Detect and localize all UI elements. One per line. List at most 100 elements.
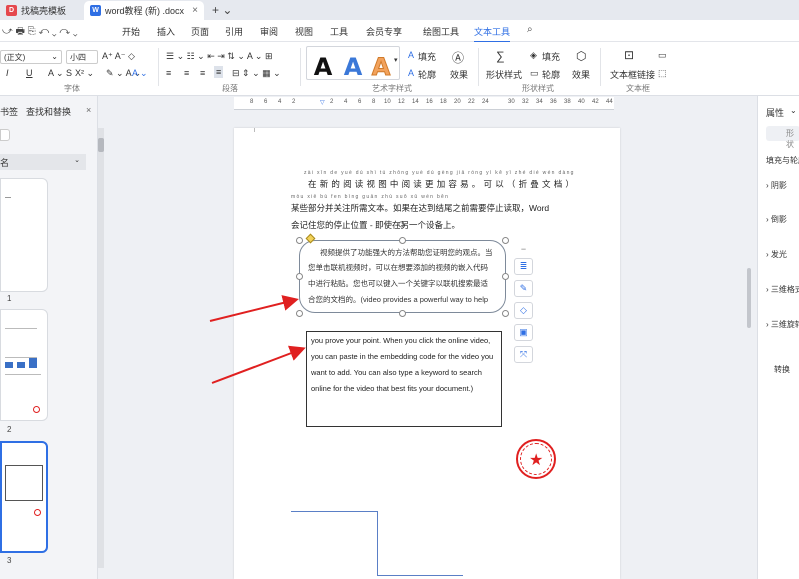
nav-tab-find-replace[interactable]: 查找和替换 <box>26 105 71 118</box>
collapse-icon[interactable]: − <box>514 240 533 257</box>
shape-effect-label[interactable]: 效果 <box>572 68 590 81</box>
doc-line-3[interactable]: 会记住您的停止位置 - 即使在另一个设备上。 <box>291 219 460 231</box>
menu-drawing-tools[interactable]: 绘图工具 <box>423 25 459 38</box>
resize-handle[interactable] <box>502 310 509 317</box>
quick-access-icons[interactable]: ⤻ 🖶 ⎘ ↶ ⌄ ↷ ⌄ <box>2 24 78 41</box>
resize-handle[interactable] <box>399 237 406 244</box>
art-style-orange[interactable]: A <box>367 53 395 82</box>
resize-handle[interactable] <box>502 237 509 244</box>
grow-font-icon[interactable]: A⁺ A⁻ ◇ <box>102 51 135 62</box>
section-glow[interactable]: › 发光 <box>766 249 787 260</box>
shape-fill-label[interactable]: 填充 <box>542 50 560 63</box>
shape-style-label[interactable]: 形状样式 <box>486 68 522 81</box>
align-justify-icon[interactable]: ≡ <box>214 66 224 78</box>
outline-box-icon[interactable]: ▣ <box>514 324 533 341</box>
art-style-gallery[interactable]: A A A <box>306 46 400 82</box>
shape-fill-icon[interactable]: ◈ <box>530 50 537 61</box>
section-3d-format[interactable]: › 三维格式 <box>766 284 799 295</box>
nav-tab-bookmarks[interactable]: 书签 <box>0 105 18 118</box>
doc-line-2[interactable]: 某些部分并关注所需文本。如果在达到结尾之前需要停止读取，Word <box>291 202 549 214</box>
textbox-link-icon[interactable]: ⊡ <box>624 48 634 62</box>
ruler-indent-marker[interactable]: ▽ <box>320 99 325 106</box>
menu-text-tools[interactable]: 文本工具 <box>474 25 511 43</box>
properties-panel: 属性 ⌄ 形状 填充与轮廓 › 阴影 › 倒影 › 发光 › 三维格式 › 三维… <box>757 96 799 579</box>
font-size-select[interactable]: 小四 <box>66 50 98 64</box>
menu-page[interactable]: 页面 <box>191 25 209 38</box>
resize-handle[interactable] <box>296 237 303 244</box>
resize-handle[interactable] <box>399 310 406 317</box>
menu-review[interactable]: 审阅 <box>260 25 278 38</box>
menu-references[interactable]: 引用 <box>225 25 243 38</box>
tab-document[interactable]: W word教程 (新) .docx × <box>84 1 204 20</box>
close-pane-icon[interactable]: × <box>86 105 91 115</box>
align-center-icon[interactable]: ≡ <box>184 68 189 78</box>
rotate-handle-icon[interactable]: ⟳ <box>398 220 406 231</box>
char-shading-icon[interactable]: A ⌄ S <box>48 68 72 79</box>
art-style-black[interactable]: A <box>309 53 337 81</box>
ruler-tick: 14 <box>412 99 419 105</box>
page-number-3: 3 <box>7 556 12 565</box>
nav-scrollbar[interactable] <box>98 128 104 568</box>
textbox-dir-icon[interactable]: ▭ <box>658 50 667 61</box>
search-icon[interactable]: ⌕ <box>527 24 533 35</box>
underline-icon[interactable]: U <box>26 68 33 78</box>
pen-icon[interactable]: ✎ <box>514 280 533 297</box>
shape-outline-icon[interactable]: ▭ <box>530 68 539 79</box>
text-box-linked[interactable]: you prove your point. When you click the… <box>306 331 502 427</box>
textbox-margin-icon[interactable]: ⬚ <box>658 68 667 79</box>
textbox-link-label[interactable]: 文本框链接 <box>610 68 655 81</box>
shape-outline-label[interactable]: 轮廓 <box>542 68 560 81</box>
document-scrollbar[interactable] <box>745 128 753 578</box>
resize-handle[interactable] <box>296 273 303 280</box>
fill-bucket-icon[interactable]: ◇ <box>514 302 533 319</box>
blue-line <box>377 575 463 576</box>
menu-start[interactable]: 开始 <box>122 25 140 38</box>
font-name-select[interactable]: (正文) ⌄ <box>0 50 62 64</box>
new-tab-button[interactable]: + ⌄ <box>212 3 232 17</box>
menu-tools[interactable]: 工具 <box>330 25 348 38</box>
doc-line-1[interactable]: 在新的阅读视图中阅读更加容易。可以（折叠文档） <box>308 178 577 190</box>
text-fill-icon[interactable]: A <box>408 50 414 60</box>
text-effect-label[interactable]: 效果 <box>450 68 468 81</box>
close-tab-icon[interactable]: × <box>192 5 198 16</box>
text-box-selected[interactable]: 视频提供了功能强大的方法帮助您证明您的观点。当 您单击联机视频时，可以在想要添加… <box>299 240 506 313</box>
horizontal-ruler[interactable]: 8 6 4 2 ▽ 2 4 6 8 10 12 14 16 18 20 22 2… <box>234 97 614 110</box>
tab-template[interactable]: D 找稿壳模板 <box>0 1 82 20</box>
panel-dropdown-icon[interactable]: ⌄ <box>790 106 797 115</box>
section-shadow[interactable]: › 阴影 <box>766 180 787 191</box>
text-effect-icon[interactable]: Ⓐ <box>452 49 464 66</box>
align-left-icon[interactable]: ≡ <box>166 68 171 78</box>
shape-style-icon[interactable]: ∑ <box>496 49 505 63</box>
properties-title: 属性 <box>766 108 785 118</box>
text-outline-icon[interactable]: A <box>408 68 414 78</box>
section-reflection[interactable]: › 倒影 <box>766 214 787 225</box>
menu-insert[interactable]: 插入 <box>157 25 175 38</box>
font-color-icon[interactable]: A ⌄ <box>132 68 148 79</box>
page-thumbnail-2[interactable] <box>0 309 48 421</box>
wps-template-icon: D <box>6 5 17 16</box>
art-style-blue[interactable]: A <box>339 53 367 81</box>
align-right-icon[interactable]: ≡ <box>200 68 205 78</box>
text-fill-label[interactable]: 填充 <box>418 50 436 63</box>
distributed-icon[interactable]: ⊟ ⇕ ⌄ ▦ ⌄ <box>232 68 281 79</box>
crop-icon[interactable]: ⤧ <box>514 346 533 363</box>
fill-outline-section[interactable]: 填充与轮廓 <box>766 155 799 166</box>
shape-tab[interactable]: 形状 <box>766 126 799 149</box>
section-transform[interactable]: 转换 <box>774 364 790 375</box>
page-thumbnail-1[interactable] <box>0 178 48 292</box>
art-gallery-expand-icon[interactable]: ▾ <box>394 56 398 64</box>
tab-document-label: word教程 (新) .docx <box>105 6 185 16</box>
collapse-toggle[interactable] <box>0 129 10 141</box>
section-3d-rotation[interactable]: › 三维旋转 <box>766 319 799 330</box>
menu-view[interactable]: 视图 <box>295 25 313 38</box>
text-wrap-icon[interactable]: ≣ <box>514 258 533 275</box>
page-thumbnail-3[interactable] <box>0 441 48 553</box>
text-outline-label[interactable]: 轮廓 <box>418 68 436 81</box>
shape-effect-icon[interactable]: ⬡ <box>576 49 586 63</box>
resize-handle[interactable] <box>502 273 509 280</box>
superscript-icon[interactable]: X² ⌄ <box>75 68 94 79</box>
italic-icon[interactable]: I <box>6 68 9 78</box>
menu-member[interactable]: 会员专享 <box>366 25 402 38</box>
bullet-list-icon[interactable]: ☰ ⌄ ☷ ⌄ ⇤ ⇥ ⇅ ⌄ A ⌄ ⊞ <box>166 51 272 62</box>
textbox1-line: 中进行粘贴。您也可以键入一个关键字以联机搜索最适 <box>308 279 488 288</box>
